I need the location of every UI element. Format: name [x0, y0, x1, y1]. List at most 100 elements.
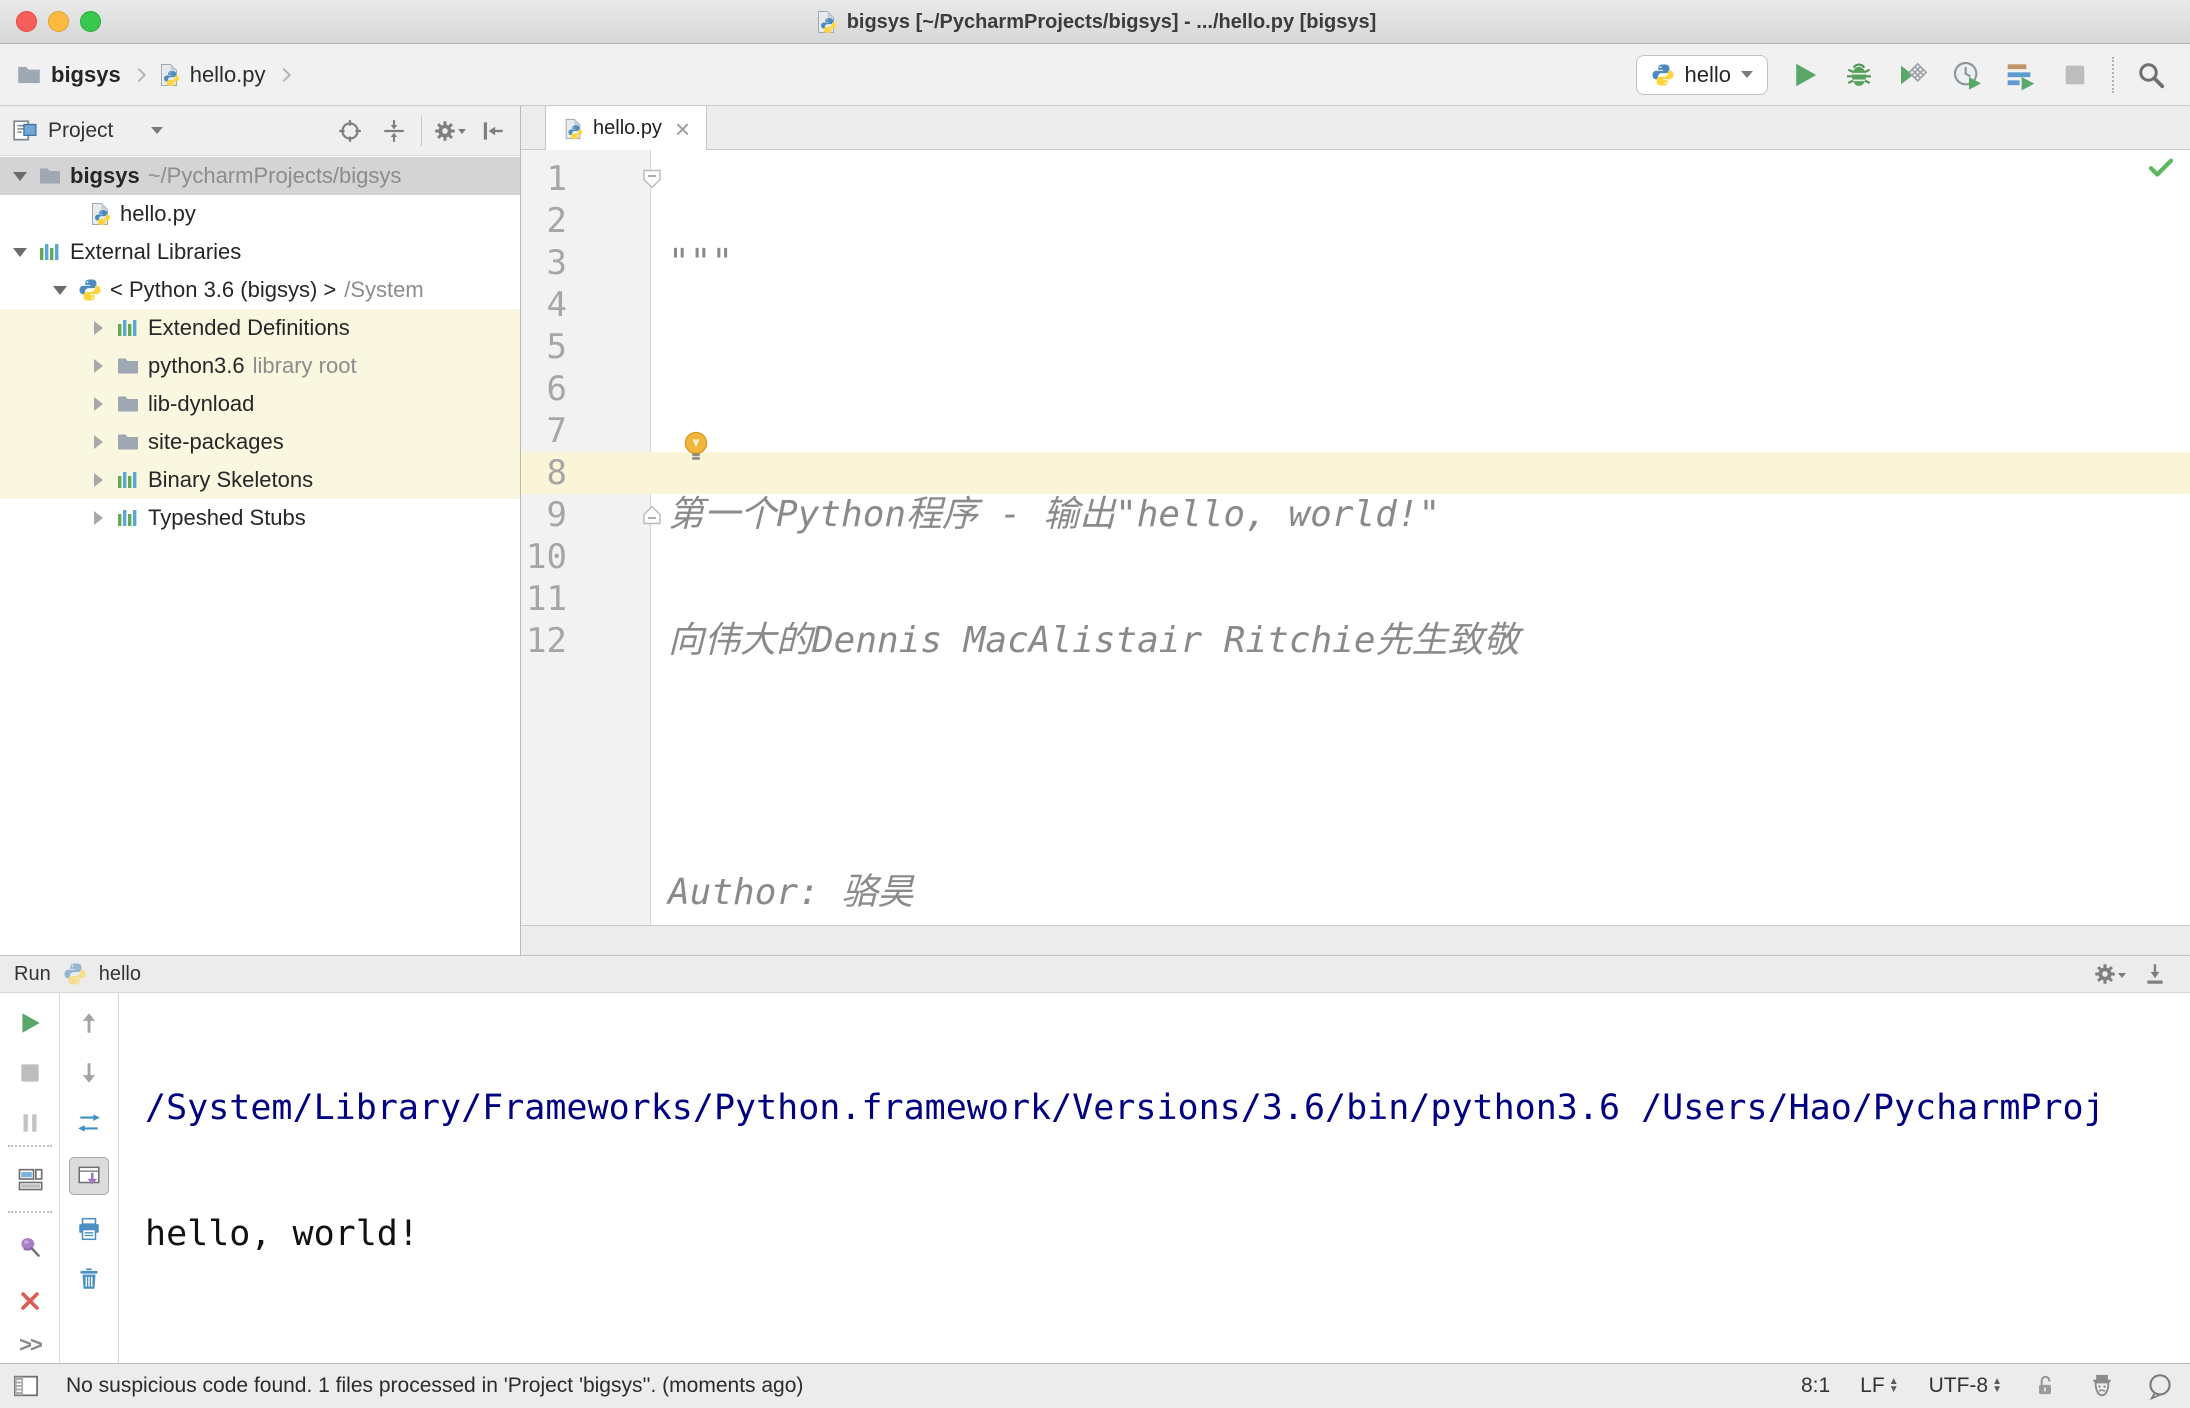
chevron-right-icon	[131, 67, 146, 82]
window-title: bigsys [~/PycharmProjects/bigsys] - .../…	[846, 10, 1377, 33]
chevron-collapsed-icon[interactable]	[88, 321, 108, 335]
scroll-to-end-icon	[76, 1163, 102, 1189]
soft-wrap-button[interactable]	[75, 1109, 103, 1137]
tree-item-typeshed-stubs[interactable]: Typeshed Stubs	[0, 499, 520, 537]
chevron-collapsed-icon[interactable]	[88, 359, 108, 373]
tree-item-binary-skeletons[interactable]: Binary Skeletons	[0, 461, 520, 499]
hector-inspections-icon[interactable]	[2088, 1372, 2116, 1400]
pin-icon	[17, 1234, 43, 1260]
locate-file-button[interactable]	[333, 114, 367, 148]
folder-icon	[38, 164, 62, 188]
run-panel-title: Run	[14, 962, 51, 985]
line-number: 6	[546, 369, 567, 409]
folder-icon	[116, 430, 140, 454]
line-separator-widget[interactable]: LF ▲ ▼	[1860, 1374, 1898, 1398]
close-window-button[interactable]	[16, 11, 37, 32]
docstring-line: """	[668, 242, 734, 283]
tree-item-lib-dynload[interactable]: lib-dynload	[0, 385, 520, 423]
search-everywhere-button[interactable]	[2134, 58, 2168, 92]
down-stacktrace-button[interactable]	[75, 1059, 103, 1087]
lock-icon[interactable]	[2032, 1373, 2058, 1399]
chevron-right-icon	[276, 67, 291, 82]
tree-item-python3-6[interactable]: python3.6 library root	[0, 347, 520, 385]
arrow-down-icon	[76, 1060, 102, 1086]
encoding-widget[interactable]: UTF-8 ▲ ▼	[1929, 1374, 2002, 1398]
console-command-line: /System/Library/Frameworks/Python.framew…	[145, 1088, 2105, 1128]
tree-item-path: ~/PycharmProjects/bigsys	[147, 163, 402, 188]
clear-all-button[interactable]	[75, 1265, 103, 1293]
fold-region-end-icon[interactable]	[641, 504, 663, 526]
hide-run-panel-button[interactable]	[2138, 957, 2172, 991]
tree-item-site-packages[interactable]: site-packages	[0, 423, 520, 461]
run-with-coverage-button[interactable]	[1896, 58, 1930, 92]
concurrency-diagram-button[interactable]	[2004, 58, 2038, 92]
inspection-ok-check-icon[interactable]	[2146, 152, 2176, 182]
minimize-window-button[interactable]	[48, 11, 69, 32]
stop-process-button[interactable]	[16, 1059, 44, 1087]
pause-icon	[17, 1110, 43, 1136]
stop-icon	[17, 1060, 43, 1086]
run-configuration-select[interactable]: hello	[1635, 54, 1768, 95]
chevron-down-icon[interactable]	[151, 127, 164, 140]
updown-arrows-icon: ▲ ▼	[1888, 1376, 1899, 1395]
more-actions-button[interactable]: >>	[16, 1331, 44, 1359]
chevron-collapsed-icon[interactable]	[88, 511, 108, 525]
python-file-icon	[88, 202, 112, 226]
close-run-panel-button[interactable]	[16, 1287, 44, 1315]
scroll-to-end-button[interactable]	[69, 1157, 109, 1195]
tree-item-hello-py[interactable]: hello.py	[0, 195, 520, 233]
tree-item-python-sdk[interactable]: < Python 3.6 (bigsys) > /System	[0, 271, 520, 309]
pin-tab-button[interactable]	[16, 1233, 44, 1261]
line-number: 1	[546, 159, 567, 199]
close-tab-icon[interactable]: ×	[675, 116, 690, 142]
up-stacktrace-button[interactable]	[75, 1009, 103, 1037]
intention-bulb-icon[interactable]	[678, 428, 714, 464]
project-panel-title[interactable]: Project	[48, 119, 113, 143]
toolbar-separator	[59, 993, 60, 1363]
restore-layout-button[interactable]	[16, 1165, 44, 1193]
chevron-expanded-icon[interactable]	[10, 171, 30, 181]
caret-position-widget[interactable]: 8:1	[1801, 1374, 1830, 1398]
run-panel-config[interactable]: hello	[99, 963, 141, 986]
chevron-collapsed-icon[interactable]	[88, 473, 108, 487]
tab-hello-py[interactable]: hello.py ×	[545, 106, 708, 151]
toolwindow-toggle-icon[interactable]	[12, 1372, 40, 1400]
panel-settings-button[interactable]	[432, 114, 466, 148]
breadcrumb-project[interactable]: bigsys	[51, 62, 121, 88]
arrow-up-icon	[76, 1010, 102, 1036]
chevron-collapsed-icon[interactable]	[88, 435, 108, 449]
run-button[interactable]	[1788, 58, 1822, 92]
toolbar-separator	[2112, 56, 2114, 93]
collapse-all-icon	[381, 118, 407, 144]
chevron-collapsed-icon[interactable]	[88, 397, 108, 411]
fold-region-start-icon[interactable]	[641, 168, 663, 190]
chevron-down-icon	[2118, 972, 2126, 982]
stop-button[interactable]	[2058, 58, 2092, 92]
print-button[interactable]	[75, 1215, 103, 1243]
python-icon	[1651, 63, 1675, 87]
run-toolbar: hello	[1635, 54, 2190, 95]
toolbar-separator	[8, 1211, 52, 1213]
breadcrumb-file[interactable]: hello.py	[190, 62, 266, 88]
zoom-window-button[interactable]	[80, 11, 101, 32]
python-file-icon	[157, 63, 181, 87]
debug-button[interactable]	[1842, 58, 1876, 92]
tree-item-label: Typeshed Stubs	[148, 505, 306, 530]
collapse-all-button[interactable]	[377, 114, 411, 148]
status-message: No suspicious code found. 1 files proces…	[66, 1374, 804, 1397]
rerun-button[interactable]	[16, 1009, 44, 1037]
tree-item-bigsys[interactable]: bigsys ~/PycharmProjects/bigsys	[0, 157, 520, 195]
python-file-icon	[814, 10, 838, 34]
profile-button[interactable]	[1950, 58, 1984, 92]
tree-item-extended-definitions[interactable]: Extended Definitions	[0, 309, 520, 347]
run-console-output[interactable]: /System/Library/Frameworks/Python.framew…	[120, 993, 2190, 1363]
tree-item-external-libraries[interactable]: External Libraries	[0, 233, 520, 271]
chevron-expanded-icon[interactable]	[50, 285, 70, 295]
tree-item-label: python3.6	[148, 353, 245, 378]
chevron-expanded-icon[interactable]	[10, 247, 30, 257]
notification-bubble-icon[interactable]	[2146, 1372, 2174, 1400]
run-panel-settings-button[interactable]	[2092, 957, 2126, 991]
pause-output-button[interactable]	[16, 1109, 44, 1137]
hide-panel-button[interactable]	[476, 114, 510, 148]
